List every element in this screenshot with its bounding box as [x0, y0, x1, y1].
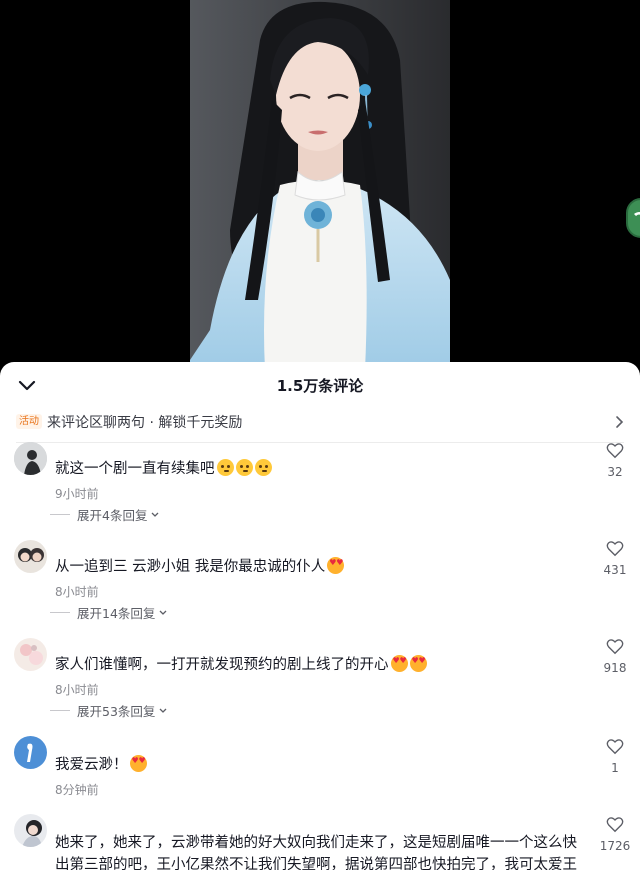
- chevron-down-icon: [159, 708, 167, 713]
- like-button[interactable]: 32: [598, 442, 632, 479]
- like-count: 918: [603, 661, 627, 675]
- like-button[interactable]: 918: [598, 638, 632, 675]
- avatar[interactable]: [14, 736, 47, 769]
- comment-sheet: 1.5万条评论 活动 来评论区聊两句 · 解锁千元奖励 就这一个剧一直有续集吧 …: [0, 362, 640, 870]
- comment-time: 8小时前: [55, 683, 99, 697]
- heart-icon: [606, 817, 624, 833]
- comment-text: 从一追到三 云渺小姐 我是你最忠诚的仆人: [55, 556, 588, 578]
- chevron-right-icon: [616, 416, 624, 428]
- like-button[interactable]: 431: [598, 540, 632, 577]
- expand-replies-label: 展开14条回复: [77, 606, 156, 621]
- heart-icon: [606, 639, 624, 655]
- avatar[interactable]: [14, 814, 47, 847]
- comment-text: 就这一个剧一直有续集吧: [55, 458, 588, 480]
- promo-text: 来评论区聊两句 · 解锁千元奖励: [47, 415, 243, 431]
- like-count: 431: [603, 563, 627, 577]
- avatar-image: [14, 736, 47, 769]
- comment-sheet-header: 1.5万条评论: [0, 362, 640, 408]
- heart-eyes-emoji-icon: [327, 557, 345, 574]
- expand-replies-button[interactable]: 展开53条回复: [50, 701, 168, 720]
- side-action-button[interactable]: [626, 198, 640, 238]
- expand-replies-button[interactable]: 展开4条回复: [50, 505, 160, 524]
- comment-count-title: 1.5万条评论: [276, 377, 364, 395]
- user-silhouette-icon: [14, 442, 47, 475]
- avatar-image: [14, 814, 47, 847]
- chevron-down-icon: [151, 512, 159, 517]
- divider: [50, 612, 70, 613]
- divider: [50, 514, 70, 515]
- like-count: 1: [611, 761, 619, 775]
- heart-eyes-emoji-icon: [390, 655, 408, 672]
- thinking-emoji-icon: [235, 459, 253, 476]
- comment-text: 她来了，她来了，云渺带着她的好大奴向我们走来了，这是短剧届唯一一个这么快出第三部…: [55, 835, 577, 870]
- heart-eyes-emoji-icon: [129, 755, 147, 772]
- comment-time: 8分钟前: [55, 783, 99, 797]
- comment-text: 家人们谁懂啊，一打开就发现预约的剧上线了的开心: [55, 654, 588, 676]
- divider: [16, 442, 624, 443]
- promo-banner[interactable]: 活动 来评论区聊两句 · 解锁千元奖励: [0, 408, 640, 436]
- avatar[interactable]: [14, 442, 47, 475]
- comment-time: 9小时前: [55, 487, 99, 501]
- heart-eyes-emoji-icon: [409, 655, 427, 672]
- expand-replies-label: 展开4条回复: [77, 508, 148, 523]
- expand-replies-button[interactable]: 展开14条回复: [50, 603, 168, 622]
- expand-replies-label: 展开53条回复: [77, 704, 156, 719]
- like-button[interactable]: 1726: [598, 816, 632, 853]
- video-still-image: [190, 0, 450, 370]
- like-count: 32: [607, 465, 623, 479]
- heart-icon: [606, 541, 624, 557]
- avatar[interactable]: [14, 540, 47, 573]
- avatar[interactable]: [14, 638, 47, 671]
- thinking-emoji-icon: [254, 459, 272, 476]
- avatar-image: [14, 638, 47, 671]
- thinking-emoji-icon: [216, 459, 234, 476]
- heart-icon: [606, 739, 624, 755]
- like-count: 1726: [599, 839, 631, 853]
- video-player[interactable]: [0, 0, 640, 370]
- comment-text: 我爱云渺！: [55, 754, 588, 776]
- video-frame[interactable]: [190, 0, 450, 370]
- share-icon: [634, 212, 640, 216]
- heart-icon: [606, 443, 624, 459]
- like-button[interactable]: 1: [598, 738, 632, 775]
- divider: [50, 710, 70, 711]
- comment-time: 8小时前: [55, 585, 99, 599]
- promo-tag: 活动: [16, 414, 42, 429]
- avatar-image: [14, 540, 47, 573]
- chevron-down-icon: [159, 610, 167, 615]
